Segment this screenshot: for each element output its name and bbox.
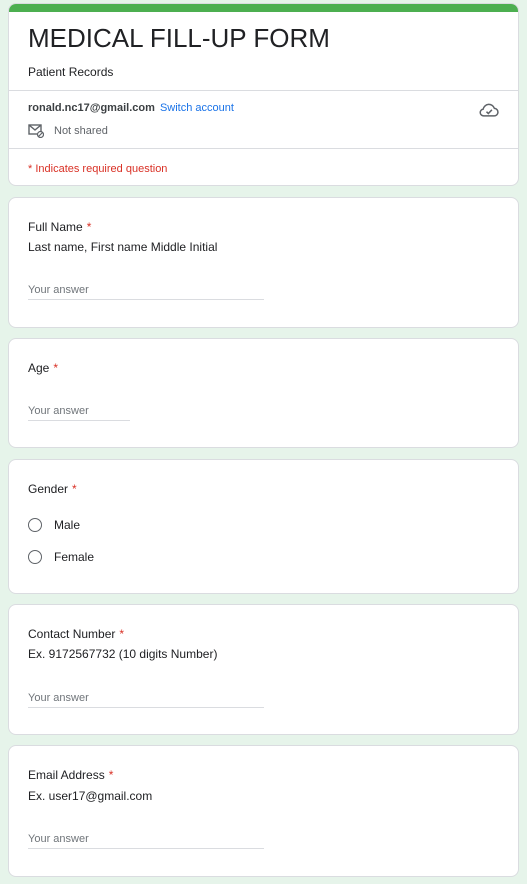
question-description: Ex. user17@gmail.com xyxy=(28,789,153,803)
required-asterisk: * xyxy=(53,361,59,375)
question-card-email: Email Address * Ex. user17@gmail.com Your… xyxy=(8,745,519,877)
question-title: Email Address xyxy=(28,768,105,782)
header-accent-bar xyxy=(9,4,518,12)
question-label: Gender * xyxy=(28,482,77,496)
question-title: Gender xyxy=(28,482,69,496)
age-input[interactable]: Your answer xyxy=(28,401,130,421)
question-description: Last name, First name Middle Initial xyxy=(28,240,218,254)
required-asterisk: * xyxy=(119,627,125,641)
header-divider xyxy=(9,90,518,91)
radio-button[interactable] xyxy=(28,550,42,564)
question-card-contact-number: Contact Number * Ex. 9172567732 (10 digit… xyxy=(8,604,519,735)
account-email: ronald.nc17@gmail.com xyxy=(28,102,155,114)
switch-account-link[interactable]: Switch account xyxy=(160,102,234,114)
gender-option-female[interactable]: Female xyxy=(28,550,94,564)
gender-option-male[interactable]: Male xyxy=(28,518,80,532)
required-note: * Indicates required question xyxy=(28,163,168,175)
question-card-age: Age * Your answer xyxy=(8,338,519,448)
question-label: Full Name * xyxy=(28,220,91,234)
contact-number-input[interactable]: Your answer xyxy=(28,688,264,708)
header-divider-2 xyxy=(9,148,518,149)
question-label: Email Address * xyxy=(28,768,113,782)
email-input[interactable]: Your answer xyxy=(28,829,264,849)
form-header-card: MEDICAL FILL-UP FORM Patient Records ron… xyxy=(8,3,519,186)
question-title: Age xyxy=(28,361,50,375)
question-title: Full Name xyxy=(28,220,83,234)
form-description: Patient Records xyxy=(28,65,114,79)
required-asterisk: * xyxy=(72,482,77,496)
question-description: Ex. 9172567732 (10 digits Number) xyxy=(28,647,218,661)
account-row: ronald.nc17@gmail.com Switch account xyxy=(28,102,234,114)
required-asterisk: * xyxy=(86,220,92,234)
full-name-input[interactable]: Your answer xyxy=(28,280,264,300)
question-label: Age * xyxy=(28,361,58,375)
form-title: MEDICAL FILL-UP FORM xyxy=(28,23,330,53)
share-status-row: Not shared xyxy=(28,124,108,138)
question-label: Contact Number * xyxy=(28,627,124,641)
required-asterisk: * xyxy=(108,768,114,782)
question-title: Contact Number xyxy=(28,627,116,641)
cloud-saved-icon xyxy=(479,103,499,117)
question-card-full-name: Full Name * Last name, First name Middle … xyxy=(8,197,519,328)
radio-button[interactable] xyxy=(28,518,42,532)
not-shared-mail-icon xyxy=(28,124,44,138)
question-card-gender: Gender * Male Female xyxy=(8,459,519,594)
option-label: Male xyxy=(54,518,81,532)
option-label: Female xyxy=(54,550,95,564)
share-status-text: Not shared xyxy=(54,125,108,137)
